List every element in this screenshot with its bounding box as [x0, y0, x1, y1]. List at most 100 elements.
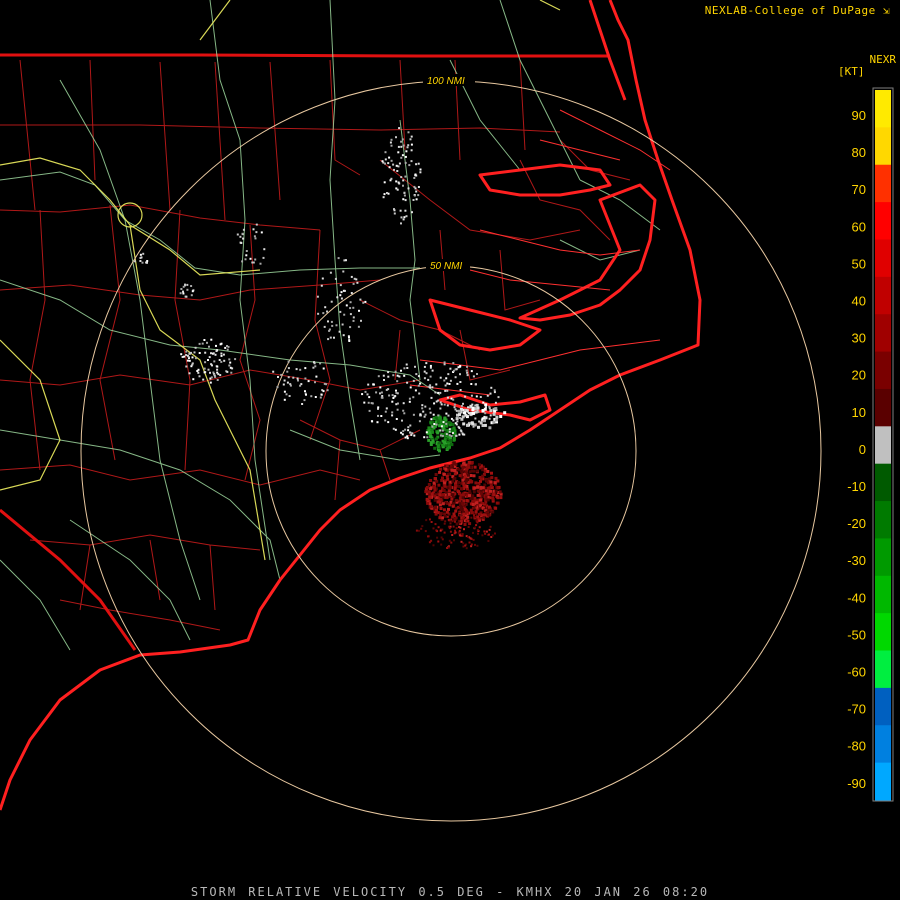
echo-pixel	[353, 277, 356, 280]
echo-pixel	[407, 131, 410, 134]
echo-pixel	[433, 477, 437, 481]
echo-pixel	[442, 489, 446, 492]
echo-pixel	[198, 342, 201, 345]
echo-pixel	[398, 375, 401, 378]
echo-pixel	[242, 237, 245, 240]
print-icon[interactable]: ⇲	[883, 4, 890, 17]
echo-pixel	[442, 472, 446, 476]
echo-pixel	[336, 296, 339, 299]
echo-pixel	[400, 140, 403, 143]
echo-pixel	[394, 395, 397, 397]
legend-swatch	[875, 388, 891, 427]
echo-pixel	[392, 163, 395, 166]
echo-pixel	[352, 316, 355, 319]
echo-pixel	[447, 546, 450, 549]
echo-pixel	[465, 369, 468, 372]
echo-pixel	[390, 177, 393, 180]
echo-pixel	[392, 427, 395, 430]
echo-pixel	[283, 379, 286, 382]
echo-pixel	[484, 495, 488, 499]
echo-pixel	[400, 156, 403, 159]
echo-pixel	[446, 515, 449, 518]
echo-pixel	[442, 421, 445, 424]
echo-pixel	[494, 506, 498, 510]
echo-pixel	[379, 386, 382, 389]
echo-pixel	[405, 215, 408, 218]
echo-pixel	[395, 180, 398, 183]
echo-pixel	[448, 383, 451, 385]
echo-pixel	[320, 284, 323, 287]
echo-pixel	[455, 527, 458, 530]
echo-pixel	[228, 364, 231, 367]
echo-pixel	[451, 520, 454, 523]
echo-pixel	[435, 423, 438, 426]
echo-pixel	[414, 187, 417, 190]
echo-pixel	[190, 285, 193, 287]
echo-pixel	[360, 319, 362, 322]
echo-pixel	[430, 396, 433, 399]
echo-pixel	[402, 409, 405, 412]
echo-pixel	[447, 507, 450, 511]
echo-pixel	[418, 420, 421, 423]
echo-pixel	[410, 143, 413, 146]
echo-pixel	[453, 406, 456, 409]
echo-pixel	[461, 520, 464, 523]
echo-pixel	[210, 363, 213, 366]
echo-pixel	[220, 342, 223, 345]
echo-pixel	[461, 466, 465, 470]
legend-tick-label: 40	[852, 294, 866, 309]
echo-pixel	[381, 396, 384, 399]
echo-pixel	[425, 519, 428, 522]
echo-pixel	[385, 388, 388, 391]
echo-pixel	[444, 520, 447, 523]
echo-pixel	[434, 437, 438, 441]
echo-pixel	[397, 151, 400, 154]
echo-pixel	[402, 144, 405, 147]
echo-pixel	[432, 544, 435, 547]
echo-pixel	[441, 538, 444, 541]
echo-pixel	[402, 430, 405, 433]
echo-pixel	[241, 232, 244, 235]
echo-pixel	[342, 270, 345, 273]
echo-pixel	[458, 521, 461, 524]
echo-pixel	[446, 382, 449, 385]
echo-pixel	[209, 381, 212, 384]
echo-pixel	[401, 154, 404, 157]
echo-pixel	[412, 413, 415, 416]
echo-pixel	[339, 310, 342, 313]
echo-pixel	[435, 383, 438, 386]
echo-pixel	[438, 441, 441, 445]
echo-pixel	[214, 353, 217, 356]
echo-pixel	[436, 536, 439, 539]
echo-pixel	[421, 407, 424, 410]
echo-pixel	[434, 505, 437, 509]
echo-pixel	[429, 375, 432, 378]
echo-pixel	[413, 434, 416, 437]
echo-pixel	[444, 384, 447, 387]
legend-tick-label: -20	[847, 516, 866, 531]
echo-pixel	[304, 367, 307, 370]
echo-pixel	[435, 400, 438, 403]
echo-pixel	[186, 359, 189, 362]
legend-tick-label: -10	[847, 479, 866, 494]
echo-pixel	[376, 421, 379, 424]
echo-pixel	[431, 425, 434, 428]
echo-pixel	[443, 361, 446, 364]
echo-pixel	[320, 393, 323, 396]
echo-pixel	[391, 394, 394, 397]
echo-pixel	[224, 346, 227, 349]
echo-pixel	[194, 346, 197, 349]
legend-swatch	[875, 351, 891, 390]
echo-pixel	[478, 512, 481, 516]
echo-pixel	[488, 417, 491, 420]
echo-pixel	[391, 400, 394, 403]
echo-pixel	[458, 513, 461, 516]
echo-pixel	[459, 365, 462, 367]
echo-pixel	[193, 351, 196, 354]
echo-pixel	[387, 371, 390, 374]
echo-pixel	[396, 188, 399, 191]
echo-pixel	[419, 171, 422, 174]
credit-label: NEXLAB-College of DuPage ⇲	[705, 4, 890, 17]
echo-pixel	[350, 275, 353, 278]
echo-pixel	[467, 535, 470, 538]
